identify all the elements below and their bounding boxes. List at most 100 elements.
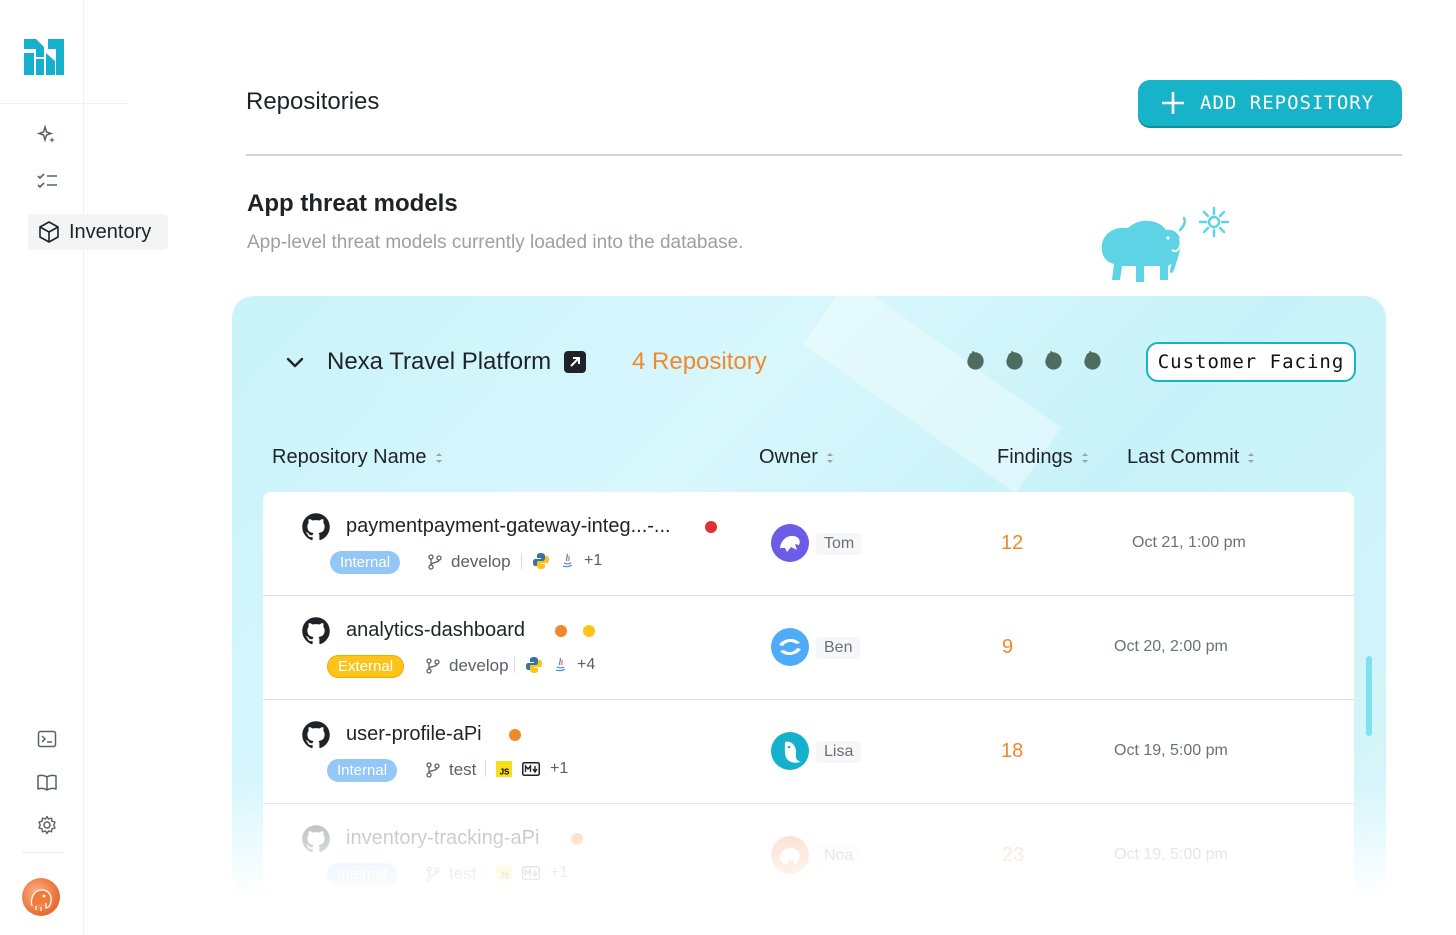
github-icon	[302, 513, 330, 541]
javascript-icon: JS	[496, 761, 512, 777]
gear-icon[interactable]	[36, 814, 58, 836]
visibility-badge: Internal	[327, 759, 398, 782]
acorn-icon	[1045, 350, 1062, 370]
language-list: +4	[514, 656, 595, 674]
branch-info: develop	[425, 656, 509, 676]
column-header-owner[interactable]: Owner	[759, 446, 834, 469]
external-link-icon[interactable]	[564, 351, 586, 373]
sidebar-item-label: Inventory	[69, 220, 152, 243]
sort-icon	[1081, 452, 1088, 463]
column-label: Findings	[997, 446, 1073, 468]
table-row[interactable]: paymentpayment-gateway-integ...-... Inte…	[263, 492, 1354, 596]
visibility-badge: Internal	[327, 863, 398, 886]
github-icon	[302, 825, 330, 853]
checklist-icon[interactable]	[36, 170, 58, 192]
column-header-last-commit[interactable]: Last Commit	[1127, 446, 1255, 469]
repository-table: paymentpayment-gateway-integ...-... Inte…	[263, 492, 1354, 896]
branch-name: develop	[451, 552, 511, 571]
language-list: JS +1	[485, 760, 568, 778]
column-header-repository[interactable]: Repository Name	[272, 446, 443, 469]
markdown-icon	[522, 762, 540, 776]
table-row[interactable]: analytics-dashboard External develop +4 …	[263, 596, 1354, 700]
github-icon	[302, 617, 330, 645]
project-name[interactable]: Nexa Travel Platform	[327, 348, 551, 376]
findings-count[interactable]: 23	[1002, 844, 1024, 867]
repository-name[interactable]: analytics-dashboard	[346, 619, 525, 642]
user-avatar[interactable]	[22, 878, 60, 916]
status-dot	[571, 833, 583, 845]
status-dot	[583, 625, 595, 637]
add-repository-label: ADD REPOSITORY	[1200, 92, 1375, 114]
branch-info: test	[425, 864, 476, 884]
customer-facing-tag[interactable]: Customer Facing	[1146, 342, 1356, 382]
repository-name[interactable]: paymentpayment-gateway-integ...-...	[346, 515, 671, 538]
column-header-findings[interactable]: Findings	[997, 446, 1089, 469]
extra-languages: +1	[550, 864, 569, 881]
app-logo[interactable]	[22, 37, 66, 77]
repository-count: 4 Repository	[632, 348, 767, 375]
owner-avatar	[771, 524, 809, 562]
branch-name: develop	[449, 656, 509, 675]
branch-icon	[426, 866, 440, 882]
java-icon	[562, 553, 573, 568]
sort-icon	[826, 452, 833, 463]
last-commit: Oct 19, 5:00 pm	[1114, 846, 1228, 863]
acorn-group	[964, 348, 1104, 372]
section-subtitle: App-level threat models currently loaded…	[247, 232, 744, 253]
sort-icon	[435, 452, 442, 463]
findings-count[interactable]: 18	[1001, 740, 1023, 763]
owner-avatar	[771, 732, 809, 770]
owner-avatar	[771, 628, 809, 666]
sidebar: Inventory	[0, 0, 168, 935]
table-row[interactable]: user-profile-aPi Internal test JS +1 Lis…	[263, 700, 1354, 804]
extra-languages: +1	[584, 552, 603, 569]
chevron-down-icon[interactable]	[284, 351, 306, 373]
acorn-icon	[1084, 350, 1101, 370]
visibility-badge: Internal	[330, 551, 401, 574]
sidebar-divider	[0, 103, 128, 104]
add-repository-button[interactable]: ADD REPOSITORY	[1138, 80, 1402, 126]
acorn-icon	[1006, 350, 1023, 370]
svg-text:JS: JS	[500, 872, 510, 881]
visibility-badge: External	[327, 655, 405, 678]
extra-languages: +1	[550, 760, 569, 777]
book-icon[interactable]	[36, 771, 58, 793]
owner-name: Tom	[816, 533, 863, 555]
owner-avatar	[771, 836, 809, 874]
branch-name: test	[449, 864, 477, 883]
sidebar-divider	[22, 852, 64, 853]
sidebar-item-inventory[interactable]: Inventory	[28, 214, 168, 250]
java-icon	[555, 657, 566, 672]
findings-count[interactable]: 12	[1001, 532, 1023, 555]
column-label: Last Commit	[1127, 446, 1240, 468]
owner-name: Noa	[816, 845, 862, 867]
last-commit: Oct 20, 2:00 pm	[1114, 638, 1228, 655]
cube-icon	[39, 221, 59, 243]
svg-text:JS: JS	[500, 768, 510, 777]
javascript-icon: JS	[496, 865, 512, 881]
extra-languages: +4	[577, 656, 596, 673]
repository-name[interactable]: inventory-tracking-aPi	[346, 827, 539, 850]
branch-name: test	[449, 760, 477, 779]
status-dot	[555, 625, 567, 637]
status-dot	[705, 521, 717, 533]
language-list: +1	[521, 552, 602, 570]
findings-count[interactable]: 9	[1002, 636, 1013, 659]
sort-icon	[1248, 452, 1255, 463]
terminal-icon[interactable]	[36, 728, 58, 750]
branch-icon	[426, 658, 440, 674]
plus-icon	[1162, 92, 1184, 114]
table-row[interactable]: inventory-tracking-aPi Internal test JS …	[263, 804, 1354, 896]
branch-icon	[426, 762, 440, 778]
mammoth-illustration	[1101, 206, 1230, 282]
branch-icon	[428, 554, 442, 570]
status-dot	[509, 729, 521, 741]
owner-name: Ben	[816, 637, 861, 659]
python-icon	[533, 553, 549, 569]
repository-name[interactable]: user-profile-aPi	[346, 723, 482, 746]
owner-name: Lisa	[816, 741, 862, 763]
scrollbar-thumb[interactable]	[1366, 656, 1372, 736]
section-title: App threat models	[247, 190, 458, 217]
sparkle-icon[interactable]	[36, 124, 58, 146]
last-commit: Oct 21, 1:00 pm	[1132, 534, 1246, 551]
